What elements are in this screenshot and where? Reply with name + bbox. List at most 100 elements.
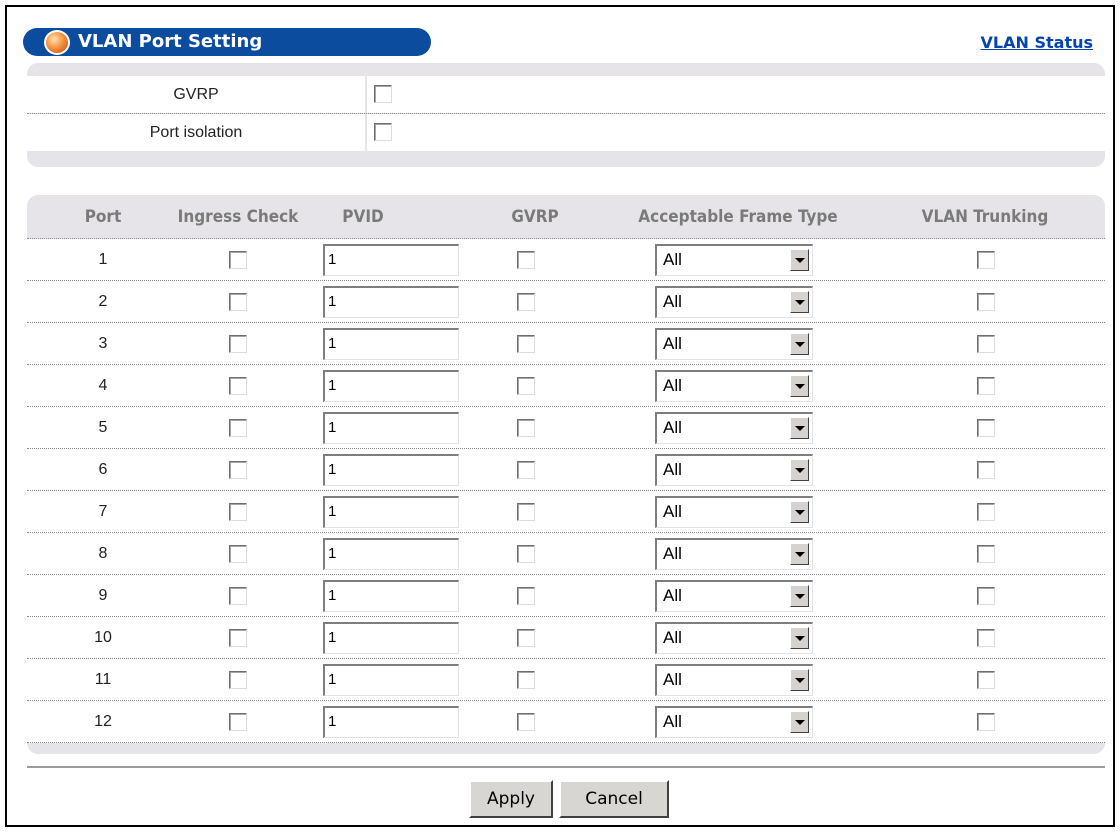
ingress-check-checkbox[interactable] xyxy=(229,461,247,479)
chevron-down-icon[interactable] xyxy=(790,543,809,565)
chevron-down-icon[interactable] xyxy=(790,249,809,271)
chevron-down-icon[interactable] xyxy=(790,669,809,691)
port-table: Port Ingress Check PVID GVRP Acceptable … xyxy=(27,195,1105,754)
pvid-input[interactable]: 1 xyxy=(323,622,459,654)
frame-type-select[interactable]: All xyxy=(655,412,813,444)
port-number: 3 xyxy=(98,335,108,352)
pvid-input[interactable]: 1 xyxy=(323,328,459,360)
port-number: 12 xyxy=(94,713,112,730)
gvrp-checkbox[interactable] xyxy=(374,85,392,103)
vlan-trunking-checkbox[interactable] xyxy=(977,587,995,605)
frame-type-select[interactable]: All xyxy=(655,328,813,360)
vlan-trunking-checkbox[interactable] xyxy=(977,461,995,479)
ingress-check-checkbox[interactable] xyxy=(229,587,247,605)
frame-type-value: All xyxy=(663,250,682,269)
frame-type-select[interactable]: All xyxy=(655,454,813,486)
table-row: 4 1 All xyxy=(27,365,1105,407)
gvrp-checkbox[interactable] xyxy=(517,503,535,521)
pvid-input[interactable]: 1 xyxy=(323,286,459,318)
vlan-trunking-checkbox[interactable] xyxy=(977,629,995,647)
ingress-check-checkbox[interactable] xyxy=(229,545,247,563)
column-header-acceptable-frame-type: Acceptable Frame Type xyxy=(638,207,838,227)
ingress-check-checkbox[interactable] xyxy=(229,629,247,647)
ingress-check-checkbox[interactable] xyxy=(229,713,247,731)
pvid-input[interactable]: 1 xyxy=(323,244,459,276)
frame-type-select[interactable]: All xyxy=(655,580,813,612)
page-title: VLAN Port Setting xyxy=(78,31,263,52)
gvrp-checkbox[interactable] xyxy=(517,377,535,395)
vlan-trunking-checkbox[interactable] xyxy=(977,293,995,311)
gvrp-checkbox[interactable] xyxy=(517,461,535,479)
vlan-trunking-checkbox[interactable] xyxy=(977,545,995,563)
chevron-down-icon[interactable] xyxy=(790,585,809,607)
gvrp-label: GVRP xyxy=(27,76,365,113)
vlan-trunking-checkbox[interactable] xyxy=(977,503,995,521)
gvrp-checkbox[interactable] xyxy=(517,671,535,689)
frame-type-select[interactable]: All xyxy=(655,706,813,738)
port-number: 8 xyxy=(98,545,108,562)
frame-type-select[interactable]: All xyxy=(655,538,813,570)
frame-type-select[interactable]: All xyxy=(655,622,813,654)
port-number: 2 xyxy=(98,293,108,310)
frame-type-select[interactable]: All xyxy=(655,286,813,318)
chevron-down-icon[interactable] xyxy=(790,627,809,649)
chevron-down-icon[interactable] xyxy=(790,291,809,313)
chevron-down-icon[interactable] xyxy=(790,501,809,523)
gvrp-checkbox[interactable] xyxy=(517,713,535,731)
gvrp-checkbox[interactable] xyxy=(517,293,535,311)
vlan-trunking-checkbox[interactable] xyxy=(977,671,995,689)
vlan-status-link[interactable]: VLAN Status xyxy=(981,33,1093,52)
frame-type-select[interactable]: All xyxy=(655,244,813,276)
pvid-input[interactable]: 1 xyxy=(323,454,459,486)
pvid-input[interactable]: 1 xyxy=(323,370,459,402)
gvrp-checkbox[interactable] xyxy=(517,335,535,353)
pvid-input[interactable]: 1 xyxy=(323,580,459,612)
vlan-trunking-checkbox[interactable] xyxy=(977,251,995,269)
gvrp-checkbox[interactable] xyxy=(517,629,535,647)
apply-button[interactable]: Apply xyxy=(469,780,553,818)
ingress-check-checkbox[interactable] xyxy=(229,377,247,395)
column-header-pvid: PVID xyxy=(342,207,384,227)
frame-type-value: All xyxy=(663,418,682,437)
port-number: 9 xyxy=(98,587,108,604)
vlan-trunking-checkbox[interactable] xyxy=(977,377,995,395)
port-number: 7 xyxy=(98,503,108,520)
chevron-down-icon[interactable] xyxy=(790,333,809,355)
frame-type-select[interactable]: All xyxy=(655,664,813,696)
ingress-check-checkbox[interactable] xyxy=(229,293,247,311)
port-number: 11 xyxy=(94,671,112,688)
chevron-down-icon[interactable] xyxy=(790,711,809,733)
frame-type-value: All xyxy=(663,712,682,731)
ingress-check-checkbox[interactable] xyxy=(229,419,247,437)
pvid-input[interactable]: 1 xyxy=(323,538,459,570)
chevron-down-icon[interactable] xyxy=(790,417,809,439)
chevron-down-icon[interactable] xyxy=(790,375,809,397)
frame-type-value: All xyxy=(663,334,682,353)
orange-orb-icon xyxy=(44,30,70,55)
vlan-trunking-checkbox[interactable] xyxy=(977,335,995,353)
port-number: 1 xyxy=(98,251,108,268)
ingress-check-checkbox[interactable] xyxy=(229,671,247,689)
gvrp-checkbox[interactable] xyxy=(517,251,535,269)
gvrp-checkbox[interactable] xyxy=(517,419,535,437)
port-number: 4 xyxy=(98,377,108,394)
frame-type-value: All xyxy=(663,628,682,647)
pvid-input[interactable]: 1 xyxy=(323,664,459,696)
cancel-button[interactable]: Cancel xyxy=(559,780,669,818)
chevron-down-icon[interactable] xyxy=(790,459,809,481)
frame-type-select[interactable]: All xyxy=(655,496,813,528)
port-isolation-checkbox[interactable] xyxy=(374,123,392,141)
ingress-check-checkbox[interactable] xyxy=(229,251,247,269)
pvid-input[interactable]: 1 xyxy=(323,706,459,738)
pvid-input[interactable]: 1 xyxy=(323,412,459,444)
ingress-check-checkbox[interactable] xyxy=(229,335,247,353)
gvrp-checkbox[interactable] xyxy=(517,545,535,563)
vlan-trunking-checkbox[interactable] xyxy=(977,713,995,731)
vlan-trunking-checkbox[interactable] xyxy=(977,419,995,437)
frame-type-select[interactable]: All xyxy=(655,370,813,402)
ingress-check-checkbox[interactable] xyxy=(229,503,247,521)
gvrp-checkbox[interactable] xyxy=(517,587,535,605)
pvid-input[interactable]: 1 xyxy=(323,496,459,528)
column-header-vlan-trunking: VLAN Trunking xyxy=(921,207,1049,227)
table-row: 7 1 All xyxy=(27,491,1105,533)
